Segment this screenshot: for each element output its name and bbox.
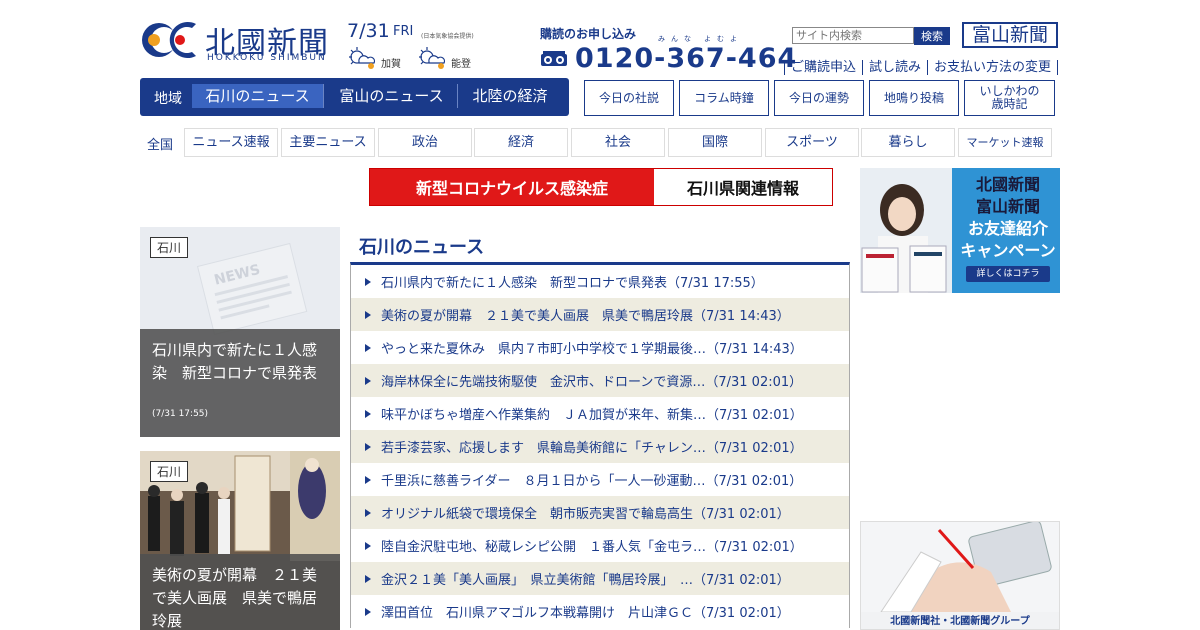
friend-campaign-ad[interactable]: 北國新聞 富山新聞 お友達紹介 キャンペーン 詳しくはコチラ (860, 168, 1060, 293)
bullet-arrow-icon (365, 409, 371, 418)
category-market[interactable]: マーケット速報 (958, 128, 1052, 157)
cloud-sun-icon (349, 47, 376, 69)
subscription-phone-number[interactable]: 0120-367-464 (575, 43, 797, 74)
bullet-arrow-icon (365, 574, 371, 583)
featured-card[interactable]: NEWS 石川 石川県内で新たに１人感染 新型コロナで県発表 (7/31 17:… (140, 227, 340, 437)
news-item[interactable]: 澤田首位 石川県アマゴルフ本戦幕開け 片山津ＧＣ（7/31 02:01） (351, 595, 849, 628)
bullet-arrow-icon (365, 310, 371, 319)
bullet-arrow-icon (365, 508, 371, 517)
column-jisho-button[interactable]: コラム時鐘 (679, 80, 769, 116)
day-of-week: FRI (393, 24, 414, 39)
weather-kaga[interactable]: 加賀 (347, 44, 407, 70)
category-major[interactable]: 主要ニュース (281, 128, 375, 157)
cloud-sun-icon (419, 47, 446, 69)
current-date: 7/31 (347, 20, 390, 42)
news-item[interactable]: 千里浜に慈善ライダー ８月１日から「一人一砂運動…（7/31 02:01） (351, 463, 849, 496)
weather-noto[interactable]: 能登 (417, 44, 477, 70)
top-links: ご購読申込 試し読み お支払い方法の変更 (784, 56, 1059, 75)
ad-details-button[interactable]: 詳しくはコチラ (966, 266, 1050, 282)
editorial-button[interactable]: 今日の社説 (584, 80, 674, 116)
covid-banner[interactable]: 新型コロナウイルス感染症 石川県関連情報 (369, 168, 833, 206)
news-item[interactable]: 金沢２１美「美人画展」 県立美術館「鴨居玲展」 …（7/31 02:01） (351, 562, 849, 595)
card-region-tag: 石川 (150, 461, 189, 482)
site-logo-subtitle: HOKKOKU SHIMBUN (207, 53, 327, 63)
seasonal-events-button[interactable]: いしかわの 歳時記 (964, 80, 1055, 116)
news-item[interactable]: 若手漆芸家、応援します 県輪島美術館に「チャレン…（7/31 02:01） (351, 430, 849, 463)
news-item[interactable]: やっと来た夏休み 県内７市町小中学校で１学期最後…（7/31 14:43） (351, 331, 849, 364)
card-title: 美術の夏が開幕 ２１美で美人画展 県美で鴨居玲展 (152, 566, 318, 630)
category-all-label: 全国 (147, 138, 174, 153)
news-list: 石川県内で新たに１人感染 新型コロナで県発表（7/31 17:55） 美術の夏が… (350, 262, 850, 628)
category-politics[interactable]: 政治 (378, 128, 472, 157)
region-nav: 地域 石川のニュース 富山のニュース 北陸の経済 (140, 78, 569, 116)
hokkoku-group-ad[interactable]: 北國新聞社・北國新聞グループ (860, 521, 1060, 630)
bullet-arrow-icon (365, 541, 371, 550)
site-search-input[interactable] (792, 27, 914, 44)
link-payment[interactable]: お支払い方法の変更 (927, 60, 1059, 75)
category-economy[interactable]: 経済 (474, 128, 568, 157)
horoscope-button[interactable]: 今日の運勢 (774, 80, 864, 116)
featured-card[interactable]: 石川 美術の夏が開幕 ２１美で美人画展 県美で鴨居玲展 (140, 451, 340, 630)
region-label: 地域 (154, 91, 182, 107)
category-international[interactable]: 国際 (668, 128, 762, 157)
tab-ishikawa-news[interactable]: 石川のニュース (192, 84, 324, 108)
tab-toyama-news[interactable]: 富山のニュース (326, 84, 458, 108)
news-item[interactable]: 陸自金沢駐屯地、秘蔵レシピ公開 １番人気「金屯ラ…（7/31 02:01） (351, 529, 849, 562)
news-item[interactable]: 海岸林保全に先端技術駆使 金沢市、ドローンで資源…（7/31 02:01） (351, 364, 849, 397)
link-trial[interactable]: 試し読み (862, 60, 928, 75)
news-item[interactable]: オリジナル紙袋で環境保全 朝市販売実習で輪島高生（7/31 02:01） (351, 496, 849, 529)
hokkoku-logo-icon[interactable] (140, 16, 198, 64)
link-subscribe[interactable]: ご購読申込 (784, 60, 863, 75)
freedial-icon (541, 51, 567, 66)
category-society[interactable]: 社会 (571, 128, 665, 157)
tab-hokuriku-economy[interactable]: 北陸の経済 (460, 84, 560, 108)
reader-posts-button[interactable]: 地鳴り投稿 (869, 80, 959, 116)
news-item[interactable]: 味平かぼちゃ増産へ作業集約 ＪＡ加賀が来年、新集…（7/31 02:01） (351, 397, 849, 430)
category-breaking[interactable]: ニュース速報 (184, 128, 278, 157)
category-sports[interactable]: スポーツ (765, 128, 859, 157)
news-section-title: 石川のニュース (359, 237, 485, 258)
ishikawa-info-label: 石川県関連情報 (686, 179, 799, 198)
hand-tablet-image (861, 522, 1059, 612)
bullet-arrow-icon (365, 343, 371, 352)
news-item[interactable]: 美術の夏が開幕 ２１美で美人画展 県美で鴨居玲展（7/31 14:43） (351, 298, 849, 331)
card-title: 石川県内で新たに１人感染 新型コロナで県発表 (152, 341, 318, 382)
toyama-shimbun-logo[interactable]: 富山新聞 (962, 22, 1058, 48)
card-time: (7/31 17:55) (152, 409, 209, 419)
category-living[interactable]: 暮らし (861, 128, 955, 157)
bullet-arrow-icon (365, 376, 371, 385)
bullet-arrow-icon (365, 475, 371, 484)
subscribe-label: 購読のお申し込み (540, 27, 637, 41)
bullet-arrow-icon (365, 607, 371, 616)
weather-source[interactable]: (日本気象協会提供) (421, 31, 474, 40)
weather-region-label: 加賀 (381, 59, 401, 70)
bullet-arrow-icon (365, 277, 371, 286)
ad-caption: 北國新聞社・北國新聞グループ (890, 616, 1030, 627)
weather-region-label: 能登 (451, 59, 471, 70)
news-item[interactable]: 石川県内で新たに１人感染 新型コロナで県発表（7/31 17:55） (351, 265, 849, 298)
ad-headline: 北國新聞 富山新聞 お友達紹介 キャンペーン (960, 175, 1056, 260)
covid-banner-label: 新型コロナウイルス感染症 (370, 169, 654, 205)
search-button[interactable]: 検索 (914, 27, 950, 45)
bullet-arrow-icon (365, 442, 371, 451)
card-region-tag: 石川 (150, 237, 189, 258)
